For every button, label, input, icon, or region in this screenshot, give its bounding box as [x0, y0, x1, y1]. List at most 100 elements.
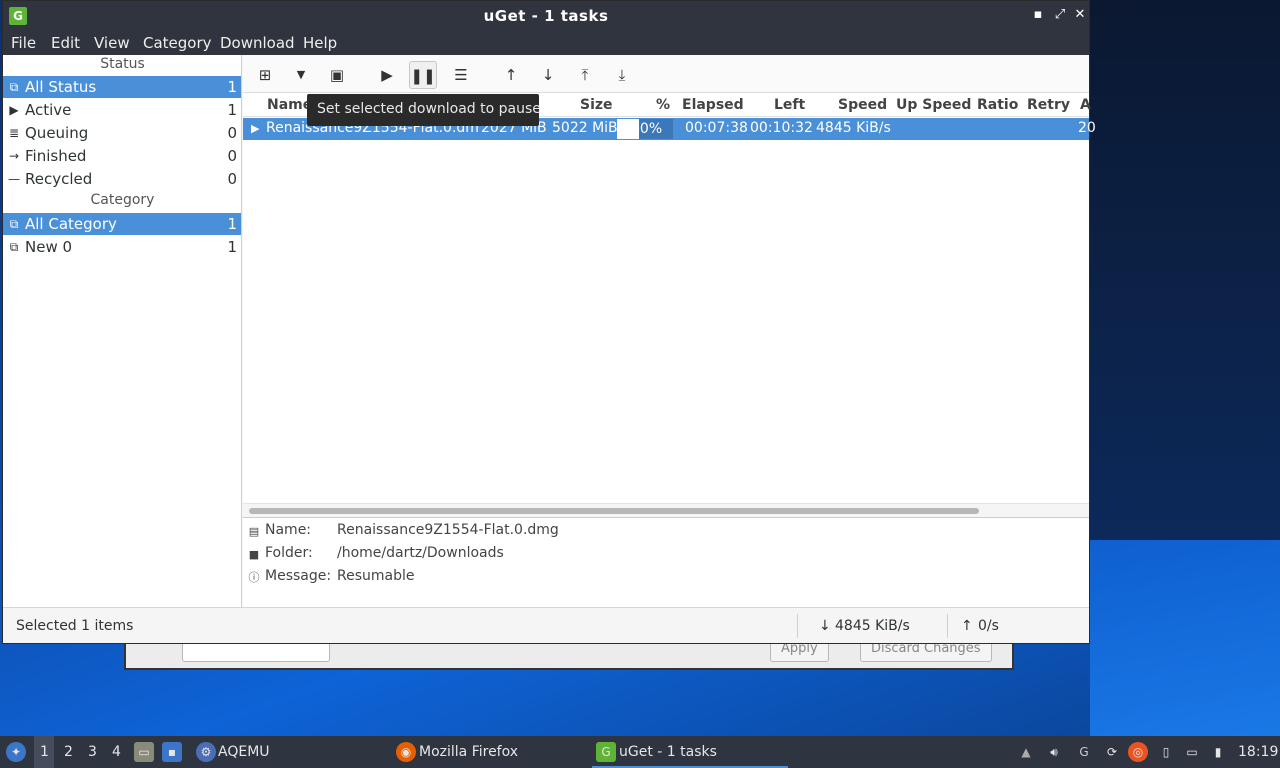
file-manager-icon[interactable]: ▭ [134, 742, 154, 762]
sidebar-item-count: 0 [227, 170, 237, 188]
task-label: AQEMU [218, 744, 270, 760]
column-added[interactable]: A [1080, 97, 1091, 113]
queue-icon: ≣ [8, 126, 20, 140]
detail-message-key: Message: [265, 568, 332, 584]
column-elapsed[interactable]: Elapsed [682, 97, 744, 113]
menu-download[interactable]: Download [220, 34, 295, 52]
detail-message-value: Resumable [337, 568, 415, 584]
column-name[interactable]: Name [267, 97, 312, 113]
menu-edit[interactable]: Edit [51, 34, 80, 52]
sidebar-item-label: New 0 [25, 238, 73, 256]
workspace-4[interactable]: 4 [112, 744, 121, 760]
sidebar-item-new-0[interactable]: ⧉ New 0 1 [3, 236, 241, 258]
row-left: 00:10:32 [750, 120, 813, 136]
sidebar-item-finished[interactable]: → Finished 0 [3, 145, 241, 167]
workspace-3[interactable]: 3 [88, 744, 97, 760]
new-download-icon[interactable]: ⊞ [251, 61, 279, 89]
detail-name-key: Name: [265, 522, 312, 538]
task-uget[interactable]: G uGet - 1 tasks [592, 736, 788, 768]
desktop-icon[interactable]: ▪ [162, 742, 182, 762]
sidebar-item-label: Recycled [25, 170, 93, 188]
column-percent[interactable]: % [656, 97, 670, 113]
move-up-icon[interactable]: ↑ [497, 61, 525, 89]
volume-icon[interactable]: 🔊︎ [1044, 742, 1064, 762]
file-icon: ▤ [248, 525, 260, 538]
all-status-icon: ⧉ [9, 80, 19, 94]
start-icon[interactable]: ▶ [373, 61, 401, 89]
row-size: 5022 MiB [552, 120, 618, 136]
sidebar-item-recycled[interactable]: — Recycled 0 [3, 168, 241, 190]
row-elapsed: 00:07:38 [685, 120, 748, 136]
sidebar-item-count: 1 [227, 215, 237, 233]
task-label: Mozilla Firefox [419, 744, 519, 760]
close-icon[interactable]: ✕ [1071, 6, 1089, 24]
detail-folder-key: Folder: [265, 545, 313, 561]
workspace-2[interactable]: 2 [64, 744, 73, 760]
tray-arrow-icon[interactable]: ▲ [1016, 742, 1036, 762]
task-firefox[interactable]: ◉ Mozilla Firefox [392, 736, 582, 768]
sidebar-item-count: 1 [227, 78, 237, 96]
clipboard-icon[interactable]: ▯ [1156, 742, 1176, 762]
column-size[interactable]: Size [580, 97, 613, 113]
title-bar[interactable]: G uGet - 1 tasks ▪ ⤢ ✕ [3, 1, 1089, 31]
move-top-icon[interactable]: ⤒ [571, 61, 599, 89]
network-icon[interactable]: ▭ [1182, 742, 1202, 762]
category-icon: ⧉ [9, 240, 19, 254]
recycled-icon: — [8, 172, 20, 186]
maximize-icon[interactable]: ⤢ [1051, 6, 1069, 24]
sidebar-item-queuing[interactable]: ≣ Queuing 0 [3, 122, 241, 144]
move-bottom-icon[interactable]: ⤓ [608, 61, 636, 89]
row-expander-icon[interactable]: ▶ [251, 122, 259, 135]
pause-tooltip: Set selected download to pause [307, 94, 541, 126]
column-ratio[interactable]: Ratio [977, 97, 1018, 113]
clock: 18:19 [1238, 744, 1279, 760]
row-percent: 40% [631, 121, 663, 137]
pause-icon[interactable]: ❚❚ [409, 61, 437, 89]
detail-name-value: Renaissance9Z1554-Flat.0.dmg [337, 522, 559, 538]
play-icon: ▶ [9, 103, 19, 117]
sidebar-item-label: All Status [25, 78, 97, 96]
uget-window: G uGet - 1 tasks ▪ ⤢ ✕ File Edit View Ca… [2, 0, 1096, 644]
column-speed[interactable]: Speed [838, 97, 887, 113]
upload-speed: 0/s [978, 618, 999, 634]
sidebar-item-label: All Category [25, 215, 117, 233]
minimize-icon[interactable]: ▪ [1029, 6, 1047, 24]
sidebar-item-all-status[interactable]: ⧉ All Status 1 [3, 76, 241, 98]
column-up-speed[interactable]: Up Speed [896, 97, 971, 113]
dropdown-arrow-icon[interactable]: ▼ [287, 61, 315, 89]
update-icon[interactable]: ⟳ [1102, 742, 1122, 762]
menu-help[interactable]: Help [303, 34, 337, 52]
task-aqemu[interactable]: ⚙ AQEMU [192, 736, 382, 768]
sidebar-item-all-category[interactable]: ⧉ All Category 1 [3, 213, 241, 235]
sidebar-item-count: 1 [227, 101, 237, 119]
folder-icon: ■ [248, 548, 260, 561]
status-separator [797, 614, 798, 638]
sidebar-item-active[interactable]: ▶ Active 1 [3, 99, 241, 121]
horizontal-scrollbar[interactable] [243, 503, 1089, 517]
scrollbar-thumb[interactable] [249, 508, 979, 514]
move-down-icon[interactable]: ↓ [534, 61, 562, 89]
uget-icon: G [596, 742, 616, 762]
properties-icon[interactable]: ☰ [447, 61, 475, 89]
row-progress-bar: 40% [617, 119, 673, 139]
row-added: 20 [1078, 120, 1096, 136]
notification-icon[interactable]: ▮ [1208, 742, 1228, 762]
column-retry[interactable]: Retry [1027, 97, 1070, 113]
uget-tray-icon[interactable]: G [1074, 742, 1094, 762]
menu-file[interactable]: File [11, 34, 36, 52]
taskbar: ✦ 1 2 3 4 ▭ ▪ ⚙ AQEMU ◉ Mozilla Firefox … [0, 736, 1280, 768]
ubuntu-icon[interactable]: ◎ [1128, 742, 1148, 762]
start-menu-icon[interactable]: ✦ [6, 742, 26, 762]
sidebar-item-label: Active [25, 101, 72, 119]
window-title: uGet - 1 tasks [483, 7, 609, 25]
status-separator [947, 614, 948, 638]
status-header: Status [100, 56, 145, 72]
status-bar: Selected 1 items ↓ 4845 KiB/s ↑ 0/s [3, 607, 1089, 643]
menu-view[interactable]: View [94, 34, 130, 52]
menu-category[interactable]: Category [143, 34, 212, 52]
save-icon[interactable]: ▣ [323, 61, 351, 89]
column-left[interactable]: Left [774, 97, 805, 113]
menu-bar: File Edit View Category Download Help [3, 31, 1089, 55]
aqemu-icon: ⚙ [196, 742, 216, 762]
detail-folder-value: /home/dartz/Downloads [337, 545, 504, 561]
